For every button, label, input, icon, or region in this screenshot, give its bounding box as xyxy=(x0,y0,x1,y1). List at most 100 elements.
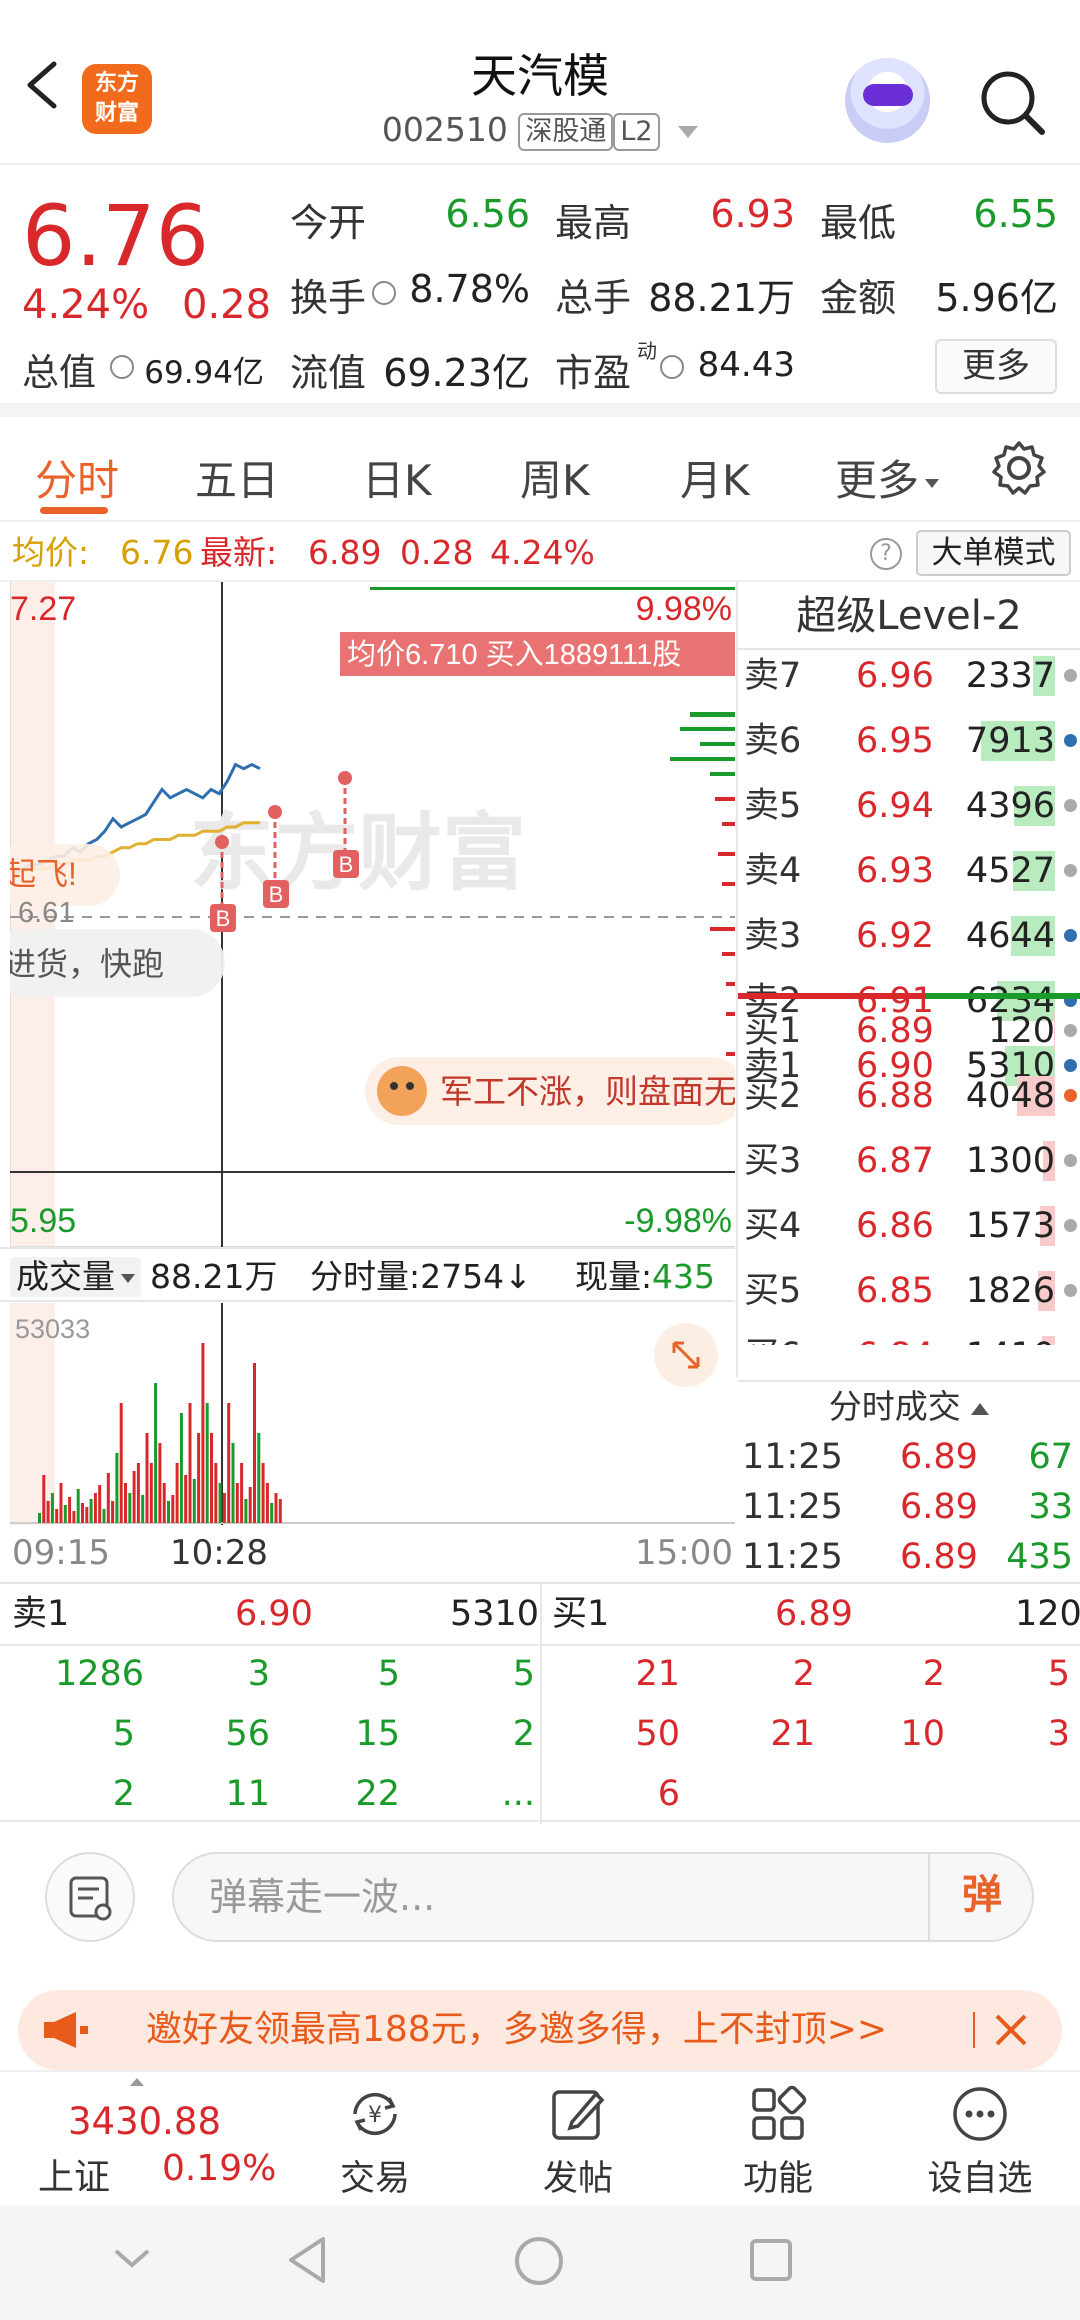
tab-more[interactable]: 更多 xyxy=(835,447,940,508)
level-qty: 1300 xyxy=(965,1140,1055,1181)
info-icon[interactable] xyxy=(372,281,396,305)
tab-monthly-k[interactable]: 月K xyxy=(680,447,750,508)
bid-row[interactable]: 买2 6.88 4048 xyxy=(744,1072,1079,1120)
volume-bar xyxy=(102,1509,106,1523)
nav-functions[interactable]: 功能 xyxy=(708,2072,848,2201)
queue-sell-cell: 1286 xyxy=(55,1654,145,1694)
level-dot xyxy=(1064,1153,1077,1167)
volume-bar xyxy=(240,1463,244,1523)
danmu-toggle-button[interactable]: 弹 xyxy=(928,1852,1034,1942)
volume-bars xyxy=(38,1343,282,1523)
turnover-label: 换手 xyxy=(290,276,367,320)
level-qty: 1573 xyxy=(965,1205,1055,1246)
nav-post[interactable]: 发帖 xyxy=(508,2072,648,2201)
volume-bar xyxy=(171,1495,175,1523)
volume-bar xyxy=(132,1471,136,1523)
index-widget[interactable]: 3430.88 上证 0.19% xyxy=(0,2072,290,2207)
tab-5day[interactable]: 五日 xyxy=(195,447,279,508)
tab-daily-k[interactable]: 日K xyxy=(362,447,432,508)
volume-bar xyxy=(248,1487,252,1523)
pe-value: 84.43 xyxy=(697,345,795,385)
danmu-input[interactable]: 弹幕走一波... xyxy=(172,1852,1034,1942)
bid-row[interactable]: 买1 6.89 120 xyxy=(744,1007,1079,1055)
volume-bar xyxy=(81,1503,84,1523)
info-icon[interactable] xyxy=(110,355,134,379)
tick-price: 6.89 xyxy=(900,1537,978,1577)
back-nav-icon[interactable] xyxy=(285,2235,329,2285)
level-label: 买6 xyxy=(744,1332,801,1346)
tab-intraday[interactable]: 分时 xyxy=(35,447,119,508)
volume-bar xyxy=(188,1403,192,1523)
more-button[interactable]: 更多 xyxy=(935,339,1057,394)
order-book: 超级Level-2 卖7 6.96 2337 卖6 6.95 7913 卖5 6.94 4396… xyxy=(736,582,1080,1377)
ticks-header[interactable]: 分时成交 xyxy=(738,1380,1080,1430)
index-name: 上证 xyxy=(38,2157,111,2198)
volume-bar xyxy=(72,1511,76,1523)
quote-panel: 6.76 4.24% 0.28 今开 6.56 最高 6.93 最低 6.55 … xyxy=(0,167,1080,417)
level-label: 买3 xyxy=(744,1140,802,1181)
recents-nav-icon[interactable] xyxy=(748,2237,794,2283)
tab-weekly-k[interactable]: 周K xyxy=(520,447,590,508)
volume-bar xyxy=(154,1383,158,1523)
volume-bar xyxy=(222,1493,226,1523)
gear-icon[interactable] xyxy=(990,439,1048,497)
info-icon[interactable] xyxy=(660,355,684,379)
help-icon[interactable]: ? xyxy=(870,538,902,570)
tick-qty: 33 xyxy=(1028,1487,1073,1527)
big-order-label: 均价6.710 买入1889111股 xyxy=(347,638,681,671)
queue-sell-cell: 56 xyxy=(225,1714,270,1754)
avg-value: 6.76 xyxy=(120,533,194,572)
volume-chart[interactable]: 53033 xyxy=(10,1303,735,1525)
intraday-chart[interactable]: 东方财富 B B B 7.27 5.95 xyxy=(0,582,745,1248)
nav-add-watchlist[interactable]: 设自选 xyxy=(910,2072,1050,2201)
period-tabs: 分时 五日 日K 周K 月K 更多 xyxy=(0,417,1080,522)
level-qty: 120 xyxy=(988,1011,1055,1051)
volume-bar xyxy=(149,1463,153,1523)
volume-selector[interactable]: 成交量 xyxy=(10,1257,141,1297)
tick-time: 11:25 xyxy=(742,1437,843,1477)
bid-row[interactable]: 买6 6.84 1410 xyxy=(744,1332,1079,1346)
dropdown-icon[interactable] xyxy=(678,125,699,138)
promo-banner[interactable]: 邀好友领最高188元，多邀多得，上不封顶>> xyxy=(18,1990,1062,2070)
turnover-value: 8.78% xyxy=(409,267,530,311)
avg-label: 均价: xyxy=(12,533,90,572)
level-label: 买4 xyxy=(744,1205,802,1246)
volume-bar xyxy=(175,1463,179,1523)
volume-bar xyxy=(270,1503,274,1523)
time-end: 15:00 xyxy=(635,1533,733,1573)
level-dot xyxy=(1064,1024,1077,1037)
order-queue: 卖1 6.90 5310 买1 6.89 120 1286 3 5 5 5 56 15 2 2 1… xyxy=(0,1582,1080,1824)
amount-value: 5.96亿 xyxy=(935,276,1058,320)
home-nav-icon[interactable] xyxy=(513,2235,565,2287)
pct-min: -9.98% xyxy=(624,1202,732,1240)
close-icon[interactable] xyxy=(993,2012,1029,2048)
bid-row[interactable]: 买4 6.86 1573 xyxy=(744,1202,1079,1250)
queue-buy-price: 6.89 xyxy=(775,1594,853,1634)
level-label: 买5 xyxy=(744,1270,802,1311)
volume-bar xyxy=(119,1403,123,1523)
queue-sell-cell: 2 xyxy=(112,1774,135,1814)
queue-sell-cell: 11 xyxy=(225,1774,270,1814)
assistant-robot-icon[interactable] xyxy=(845,58,930,143)
level-dot xyxy=(1064,1218,1077,1232)
search-icon[interactable] xyxy=(978,68,1048,138)
svg-text:B: B xyxy=(269,882,284,907)
danmu-settings-icon[interactable] xyxy=(45,1852,135,1942)
volume-bar xyxy=(55,1509,59,1523)
bid-row[interactable]: 买3 6.87 1300 xyxy=(744,1137,1079,1185)
ref-price: 6.61 xyxy=(18,897,74,929)
latest-value: 6.89 xyxy=(308,533,382,572)
tick-time: 11:25 xyxy=(742,1537,843,1577)
svg-text:B: B xyxy=(216,906,231,931)
level-qty: 1826 xyxy=(965,1270,1055,1311)
nav-trade[interactable]: ¥ 交易 xyxy=(305,2072,445,2201)
float-value: 69.23亿 xyxy=(383,351,530,395)
bid-row[interactable]: 买5 6.85 1826 xyxy=(744,1267,1079,1315)
volume-bar xyxy=(162,1483,166,1523)
volume-bar xyxy=(128,1493,132,1523)
queue-sell-cell: ... xyxy=(501,1774,535,1814)
big-order-mode-button[interactable]: 大单模式 xyxy=(916,530,1071,576)
volume-bar xyxy=(124,1483,127,1523)
collapse-icon[interactable] xyxy=(112,2243,152,2273)
pct-max: 9.98% xyxy=(636,590,732,628)
